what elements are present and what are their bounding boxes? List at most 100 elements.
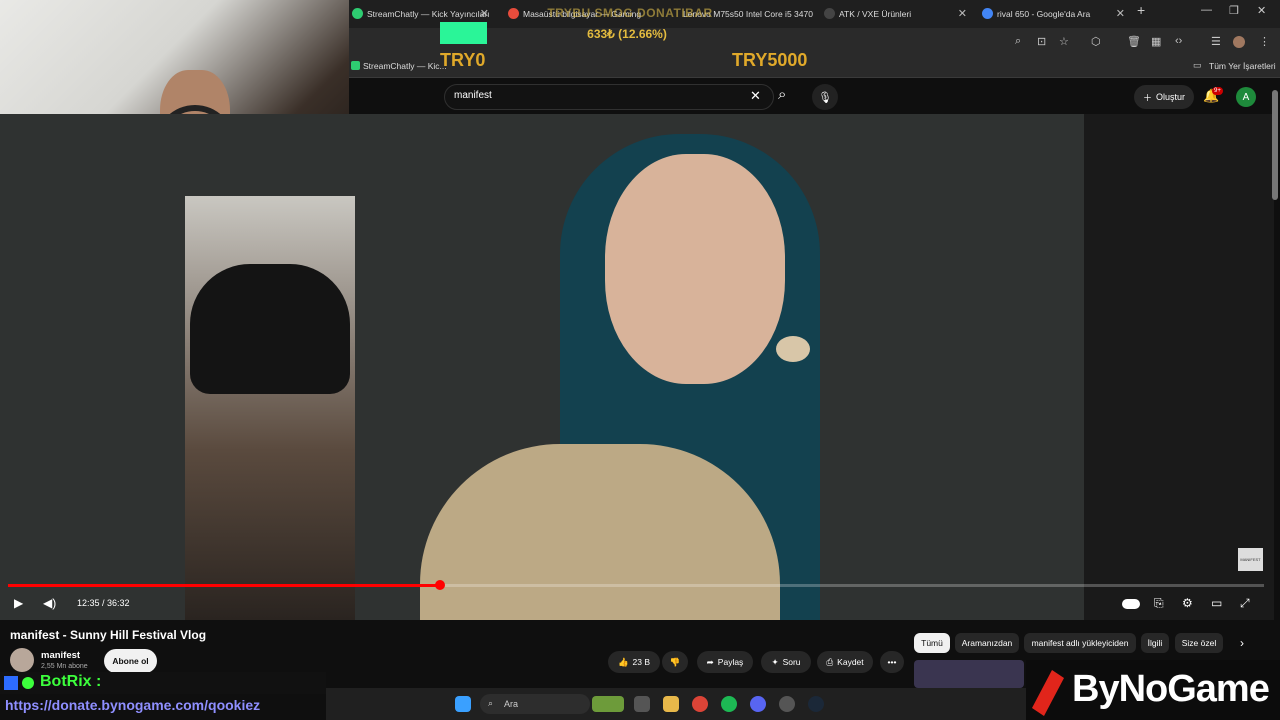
create-label: Oluştur — [1156, 92, 1186, 102]
chip-related[interactable]: İlgili — [1141, 633, 1169, 653]
media-icon[interactable]: ☰ — [1211, 35, 1221, 48]
thumbs-up-icon: 👍 — [617, 656, 629, 667]
like-count: 23 B — [632, 657, 651, 667]
maximize-icon[interactable]: ❐ — [1229, 4, 1239, 17]
share-label: Paylaş — [717, 657, 744, 667]
folder-icon: ▭ — [1193, 60, 1202, 70]
chip-all[interactable]: Tümü — [914, 633, 950, 653]
tab-label: StreamChatly — Kick Yayıncıları — [367, 9, 490, 19]
plus-icon: ＋ — [1142, 92, 1152, 103]
search-query[interactable]: manifest — [454, 90, 492, 101]
notification-badge: 9+ — [1212, 87, 1223, 95]
sponsor-name: ByNoGame — [1072, 668, 1270, 710]
menu-icon[interactable]: ⋮ — [1259, 35, 1270, 48]
recommended-thumbnail[interactable] — [914, 660, 1024, 688]
fullscreen-icon[interactable]: ⤢ — [1240, 596, 1250, 611]
subscribe-button[interactable]: Abone ol — [104, 649, 157, 673]
windows-start-icon[interactable] — [455, 696, 471, 712]
donation-title: TRYBU SMOG DONATIBAR — [547, 6, 713, 20]
captions-icon[interactable]: ⎘ — [1154, 596, 1164, 611]
channel-watermark[interactable]: MANIFEST — [1238, 548, 1263, 571]
save-label: Kaydet — [837, 657, 864, 667]
install-icon[interactable]: ⊡ — [1037, 35, 1046, 48]
chrome-icon[interactable] — [692, 696, 708, 712]
donation-min: TRY0 — [440, 50, 486, 70]
channel-name[interactable]: manifest — [41, 650, 80, 661]
grid-icon[interactable]: ▦ — [1151, 35, 1161, 48]
file-explorer-icon[interactable] — [663, 696, 679, 712]
save-button[interactable]: ⎙ Kaydet — [817, 651, 873, 673]
create-button[interactable]: ＋ Oluştur — [1134, 85, 1194, 109]
bynogame-logo-icon — [1032, 670, 1064, 716]
search-icon: ⌕ — [488, 698, 494, 708]
tab-favicon-icon — [824, 8, 835, 19]
play-icon[interactable]: ▶ — [14, 596, 23, 610]
widget-icon[interactable] — [592, 696, 624, 712]
discord-icon[interactable] — [750, 696, 766, 712]
video-player[interactable] — [0, 114, 1084, 620]
chip-for-you[interactable]: Size özel — [1175, 633, 1223, 653]
chip-from-uploader[interactable]: manifest adlı yükleyiciden — [1024, 633, 1136, 653]
close-icon[interactable]: ✕ — [958, 7, 967, 20]
taskbar-search[interactable]: ⌕ Ara — [480, 694, 590, 714]
video-side-area — [1084, 114, 1274, 620]
ask-button[interactable]: ✦ Soru — [761, 651, 811, 673]
chat-username: BotRix : — [40, 673, 102, 690]
close-icon[interactable]: ✕ — [1116, 7, 1125, 20]
subscriber-count: 2,55 Mn abone — [41, 663, 88, 670]
channel-avatar[interactable] — [10, 648, 34, 672]
all-bookmarks[interactable]: Tüm Yer İşaretleri — [1209, 61, 1276, 71]
profile-avatar[interactable] — [1233, 36, 1245, 48]
trash-icon[interactable]: 🗑 — [1127, 35, 1141, 48]
microphone-icon[interactable]: 🎙 — [812, 84, 838, 110]
sparkle-icon: ✦ — [771, 656, 779, 667]
tab-google[interactable]: rival 650 - Google'da Ara ✕ — [979, 3, 1131, 25]
task-view-icon[interactable] — [634, 696, 650, 712]
dislike-button[interactable]: 👎 — [662, 651, 688, 673]
bookmark-icon: ⎙ — [826, 656, 834, 667]
minimize-icon[interactable]: — — [1201, 4, 1212, 16]
chip-from-search[interactable]: Aramanızdan — [955, 633, 1019, 653]
video-cap — [190, 264, 350, 394]
volume-icon[interactable]: ◀) — [43, 596, 56, 610]
search-input[interactable] — [444, 84, 774, 110]
chevron-right-icon[interactable]: › — [1240, 636, 1244, 650]
tab-favicon-icon — [352, 8, 363, 19]
code-icon[interactable]: ‹› — [1175, 35, 1182, 47]
video-person-left — [185, 196, 355, 620]
account-avatar[interactable]: A — [1236, 87, 1256, 107]
ask-label: Soru — [782, 657, 801, 667]
new-tab-button[interactable]: + — [1137, 2, 1145, 18]
settings-icon[interactable]: ⚙ — [1182, 596, 1193, 610]
star-icon[interactable]: ☆ — [1059, 35, 1069, 48]
spotify-icon[interactable] — [721, 696, 737, 712]
bookmarks-bar: StreamChatly — Kic... ▭ Tüm Yer İşaretle… — [349, 56, 1280, 78]
extensions-icon[interactable]: ⬡ — [1091, 35, 1101, 48]
steam-icon[interactable] — [808, 696, 824, 712]
bookmark-streamchatly[interactable]: StreamChatly — Kic... — [363, 61, 447, 71]
more-actions-button[interactable]: ••• — [880, 651, 904, 673]
taskbar-search-label: Ara — [504, 699, 519, 709]
like-button[interactable]: 👍 23 B — [608, 651, 660, 673]
tab-atk[interactable]: ATK / VXE Ürünleri ✕ — [821, 3, 973, 25]
close-icon[interactable]: ✕ — [480, 7, 489, 20]
bookmark-favicon-icon — [351, 61, 360, 70]
share-button[interactable]: ➦ Paylaş — [697, 651, 753, 673]
tab-label: rival 650 - Google'da Ara — [997, 9, 1091, 19]
zoom-icon[interactable]: ⌕ — [1015, 35, 1021, 48]
donate-link[interactable]: https://donate.bynogame.com/qookiez — [5, 697, 260, 713]
clear-search-icon[interactable]: ✕ — [750, 88, 761, 104]
theater-icon[interactable]: ▭ — [1211, 596, 1222, 610]
close-window-icon[interactable]: ✕ — [1257, 4, 1266, 17]
github-icon[interactable] — [779, 696, 795, 712]
browser-tab-bar: StreamChatly — Kick Yayıncıları ✕ Masaüs… — [349, 0, 1280, 28]
page-scrollbar[interactable] — [1272, 90, 1278, 200]
progress-fill — [8, 584, 440, 587]
tab-favicon-icon — [982, 8, 993, 19]
search-icon[interactable]: ⌕ — [778, 86, 786, 103]
progress-scrubber[interactable] — [435, 580, 445, 590]
time-display: 12:35 / 36:32 — [77, 598, 130, 608]
donation-amount: 633₺ (12.66%) — [587, 27, 667, 41]
video-microphone — [776, 336, 810, 362]
autoplay-toggle[interactable] — [1122, 599, 1140, 609]
